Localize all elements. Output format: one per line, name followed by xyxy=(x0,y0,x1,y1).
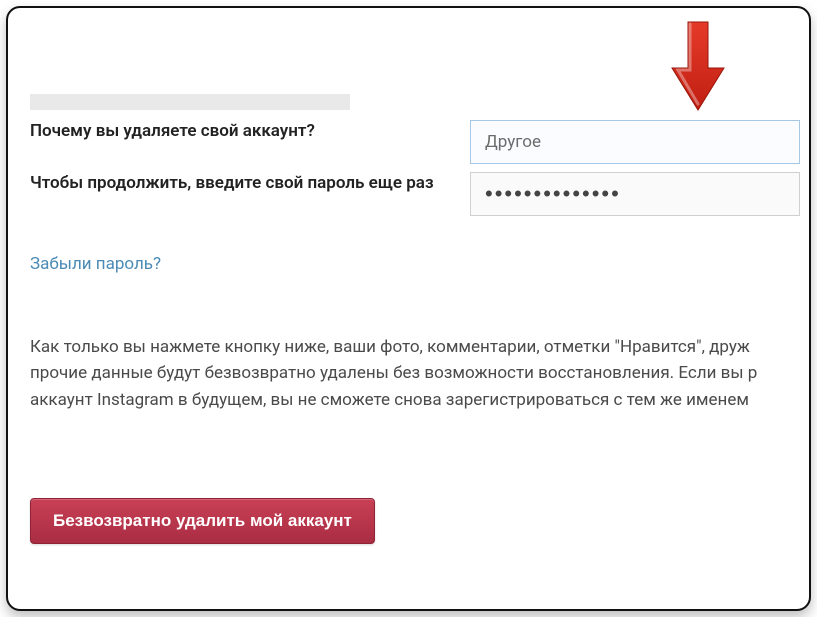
delete-account-button[interactable]: Безвозвратно удалить мой аккаунт xyxy=(30,498,375,544)
password-input[interactable]: •••••••••••••• xyxy=(470,172,800,216)
reason-label: Почему вы удаляете свой аккаунт? xyxy=(30,120,470,143)
reason-selected-value: Другое xyxy=(485,132,541,152)
forgot-password-link[interactable]: Забыли пароль? xyxy=(30,254,161,274)
arrow-down-icon xyxy=(668,18,728,114)
content-area: Почему вы удаляете свой аккаунт? Другое … xyxy=(8,8,809,609)
password-label: Чтобы продолжить, введите свой пароль ещ… xyxy=(30,172,470,195)
dialog-frame: Почему вы удаляете свой аккаунт? Другое … xyxy=(6,6,811,611)
password-value: •••••••••••••• xyxy=(485,181,621,207)
warning-text: Как только вы нажмете кнопку ниже, ваши … xyxy=(30,334,809,413)
reason-row: Почему вы удаляете свой аккаунт? Другое xyxy=(30,120,809,164)
reason-select[interactable]: Другое xyxy=(470,120,800,164)
redacted-bar xyxy=(30,94,350,110)
password-row: Чтобы продолжить, введите свой пароль ещ… xyxy=(30,172,809,216)
